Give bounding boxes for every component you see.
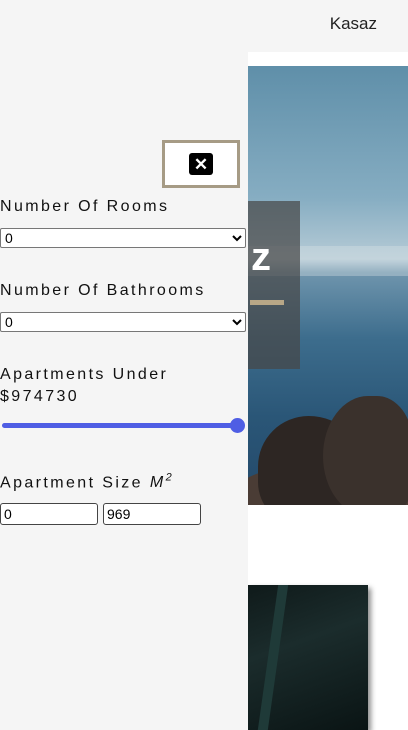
brand-link[interactable]: Kasaz xyxy=(330,14,377,34)
bathrooms-select[interactable]: 0 xyxy=(0,312,246,332)
price-slider[interactable] xyxy=(0,418,246,433)
close-button[interactable]: ✕ xyxy=(162,140,240,188)
price-slider-thumb[interactable] xyxy=(230,418,245,433)
price-slider-track xyxy=(2,423,236,428)
size-unit-exponent: 2 xyxy=(165,472,175,484)
listing-image[interactable] xyxy=(248,585,368,730)
hero-overlay: z xyxy=(248,201,300,369)
size-max-input[interactable] xyxy=(103,503,201,525)
hero-title: z xyxy=(251,235,271,279)
top-bar: Kasaz xyxy=(0,0,408,52)
listing-image-detail xyxy=(257,585,289,730)
price-label: Apartments Under xyxy=(0,366,169,383)
rooms-select[interactable]: 0 xyxy=(0,228,246,248)
hero-rock xyxy=(323,396,408,505)
size-label: Apartment Size M2 xyxy=(0,472,174,492)
bathrooms-label: Number Of Bathrooms xyxy=(0,282,206,299)
size-unit-base: M xyxy=(149,474,166,492)
size-unit: M2 xyxy=(149,472,175,492)
hero-underline xyxy=(250,300,284,305)
filter-sidebar: ✕ Number Of Rooms 0 Number Of Bathrooms … xyxy=(0,52,248,730)
rooms-label: Number Of Rooms xyxy=(0,198,170,215)
hero-image: z xyxy=(248,66,408,505)
size-label-text: Apartment Size xyxy=(0,474,143,492)
size-min-input[interactable] xyxy=(0,503,98,525)
price-value: $974730 xyxy=(0,388,80,405)
close-icon: ✕ xyxy=(189,153,213,175)
